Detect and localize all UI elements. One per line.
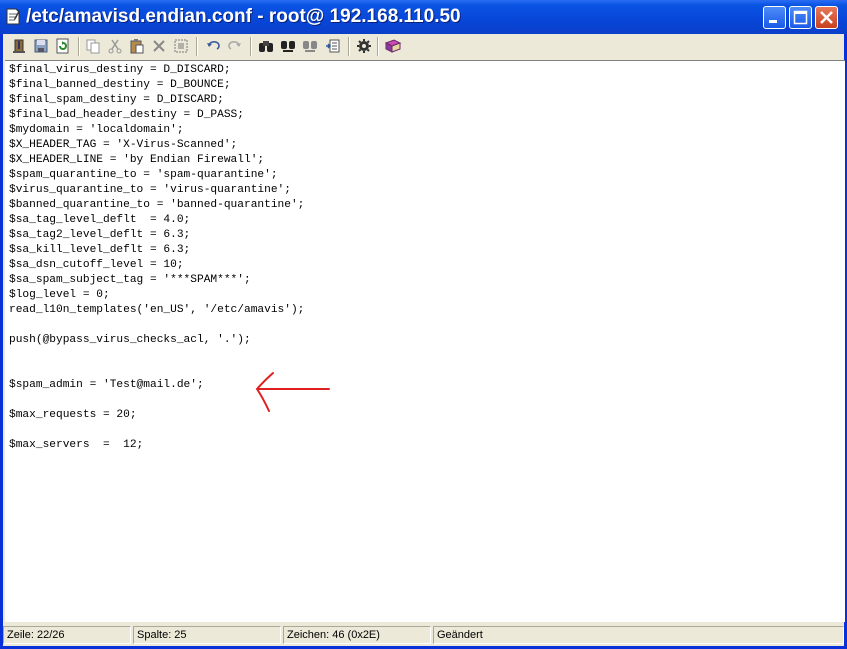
save-icon xyxy=(34,39,48,53)
code-line: $max_servers = 12; xyxy=(9,439,144,451)
find-prev-button[interactable] xyxy=(300,36,320,56)
find-button[interactable] xyxy=(256,36,276,56)
redo-icon xyxy=(228,41,241,50)
toolbar-separator xyxy=(78,37,80,56)
exit-button[interactable] xyxy=(9,36,29,56)
paste-icon xyxy=(130,39,144,54)
toolbar-separator xyxy=(348,37,350,56)
code-line: $final_virus_destiny = D_DISCARD; xyxy=(9,64,231,76)
title-bar[interactable]: /etc/amavisd.endian.conf - root@ 192.168… xyxy=(0,0,847,34)
status-char-code: Zeichen: 46 (0x2E) xyxy=(283,626,431,644)
code-line: $mydomain = 'localdomain'; xyxy=(9,124,184,136)
copy-icon xyxy=(86,39,100,54)
delete-button[interactable] xyxy=(149,36,169,56)
code-line: $spam_admin = 'Test@mail.de'; xyxy=(9,379,204,391)
editor-window: /etc/amavisd.endian.conf - root@ 192.168… xyxy=(0,0,847,649)
status-bar: Zeile: 22/26 Spalte: 25 Zeichen: 46 (0x2… xyxy=(3,624,844,646)
paste-button[interactable] xyxy=(127,36,147,56)
goto-button[interactable] xyxy=(323,36,343,56)
delete-icon xyxy=(153,40,165,52)
code-line: $sa_kill_level_deflt = 6.3; xyxy=(9,244,191,256)
find-icon xyxy=(259,41,273,52)
select-all-button[interactable] xyxy=(171,36,191,56)
status-column: Spalte: 25 xyxy=(133,626,281,644)
code-line: $sa_dsn_cutoff_level = 10; xyxy=(9,259,184,271)
code-line: $banned_quarantine_to = 'banned-quaranti… xyxy=(9,199,305,211)
save-button[interactable] xyxy=(31,36,51,56)
reload-button[interactable] xyxy=(53,36,73,56)
red-arrow-annotation xyxy=(255,372,330,412)
toolbar-separator xyxy=(196,37,198,56)
find-next-button[interactable] xyxy=(278,36,298,56)
maximize-button[interactable] xyxy=(789,6,812,29)
redo-button[interactable] xyxy=(225,36,245,56)
undo-icon xyxy=(207,41,220,50)
toolbar-separator xyxy=(377,37,379,56)
code-line: $spam_quarantine_to = 'spam-quarantine'; xyxy=(9,169,278,181)
code-line: $sa_tag2_level_deflt = 6.3; xyxy=(9,229,191,241)
code-line: $sa_tag_level_deflt = 4.0; xyxy=(9,214,191,226)
text-editor-area[interactable]: $final_virus_destiny = D_DISCARD; $final_… xyxy=(5,60,845,622)
toolbar-separator xyxy=(250,37,252,56)
close-icon xyxy=(820,11,833,24)
status-modified: Geändert xyxy=(433,626,844,644)
reload-icon xyxy=(56,38,69,54)
goto-icon xyxy=(326,39,340,53)
help-icon xyxy=(384,39,402,53)
code-line: $final_banned_destiny = D_BOUNCE; xyxy=(9,79,231,91)
code-line: $final_bad_header_destiny = D_PASS; xyxy=(9,109,244,121)
exit-icon xyxy=(13,39,25,53)
help-button[interactable] xyxy=(383,36,403,56)
code-line: push(@bypass_virus_checks_acl, '.'); xyxy=(9,334,251,346)
status-line-number: Zeile: 22/26 xyxy=(3,626,131,644)
code-line: $final_spam_destiny = D_DISCARD; xyxy=(9,94,224,106)
code-line: $virus_quarantine_to = 'virus-quarantine… xyxy=(9,184,291,196)
toolbar xyxy=(3,34,844,60)
select-all-icon xyxy=(174,39,188,53)
find-next-icon xyxy=(281,41,295,52)
code-line: $log_level = 0; xyxy=(9,289,110,301)
copy-button[interactable] xyxy=(83,36,103,56)
settings-button[interactable] xyxy=(354,36,374,56)
settings-icon xyxy=(357,39,371,53)
code-line: read_l10n_templates('en_US', '/etc/amavi… xyxy=(9,304,305,316)
code-line: $sa_spam_subject_tag = '***SPAM***'; xyxy=(9,274,251,286)
find-prev-icon xyxy=(303,41,317,52)
minimize-button[interactable] xyxy=(763,6,786,29)
minimize-icon xyxy=(769,20,777,23)
code-line: $X_HEADER_LINE = 'by Endian Firewall'; xyxy=(9,154,265,166)
code-line: $X_HEADER_TAG = 'X-Virus-Scanned'; xyxy=(9,139,238,151)
document-icon xyxy=(6,8,20,25)
code-line: $max_requests = 20; xyxy=(9,409,137,421)
cut-button[interactable] xyxy=(105,36,125,56)
maximize-icon xyxy=(793,10,808,25)
window-title: /etc/amavisd.endian.conf - root@ 192.168… xyxy=(26,6,461,27)
close-button[interactable] xyxy=(815,6,838,29)
cut-icon xyxy=(108,39,122,54)
undo-button[interactable] xyxy=(203,36,223,56)
